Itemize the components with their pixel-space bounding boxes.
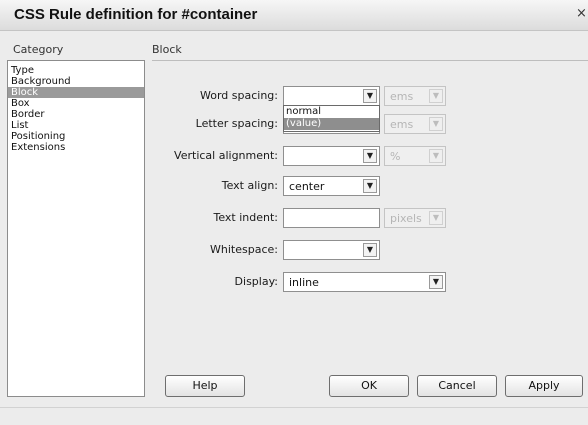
text-align-select[interactable]: center ▼ [283, 176, 380, 196]
letter-spacing-unit: ems [390, 118, 414, 131]
text-align-label: Text align: [221, 179, 278, 192]
bottom-divider [0, 407, 588, 408]
display-label: Display: [234, 275, 278, 288]
category-item-block[interactable]: Block [8, 87, 144, 98]
whitespace-label: Whitespace: [210, 243, 278, 256]
whitespace-select[interactable]: ▼ [283, 240, 380, 260]
css-rule-dialog: CSS Rule definition for #container × Cat… [0, 0, 588, 425]
cancel-button[interactable]: Cancel [417, 375, 497, 397]
text-align-value: center [289, 180, 325, 193]
section-divider [152, 60, 588, 61]
category-label: Category [13, 43, 64, 56]
vertical-alignment-unit-select: % ▼ [384, 146, 446, 166]
category-item-positioning[interactable]: Positioning [8, 131, 144, 142]
category-item-border[interactable]: Border [8, 109, 144, 120]
text-indent-input[interactable] [283, 208, 380, 228]
category-item-extensions[interactable]: Extensions [8, 142, 144, 153]
chevron-down-icon: ▼ [429, 149, 443, 163]
vertical-alignment-label: Vertical alignment: [174, 149, 278, 162]
close-icon[interactable]: × [576, 6, 588, 22]
word-spacing-unit-select: ems ▼ [384, 86, 446, 106]
chevron-down-icon: ▼ [429, 89, 443, 103]
vertical-alignment-unit: % [390, 150, 401, 163]
chevron-down-icon[interactable]: ▼ [363, 89, 377, 103]
chevron-down-icon[interactable]: ▼ [363, 243, 377, 257]
chevron-down-icon: ▼ [429, 211, 443, 225]
dropdown-option-normal[interactable]: normal [284, 106, 379, 118]
word-spacing-unit: ems [390, 90, 414, 103]
letter-spacing-unit-select: ems ▼ [384, 114, 446, 134]
section-title: Block [152, 43, 182, 56]
dialog-title: CSS Rule definition for #container [14, 6, 258, 23]
category-item-list[interactable]: List [8, 120, 144, 131]
word-spacing-label: Word spacing: [200, 89, 278, 102]
chevron-down-icon[interactable]: ▼ [429, 275, 443, 289]
category-list[interactable]: Type Background Block Box Border List Po… [7, 60, 145, 397]
help-button[interactable]: Help [165, 375, 245, 397]
chevron-down-icon[interactable]: ▼ [363, 179, 377, 193]
title-bar[interactable]: CSS Rule definition for #container × [0, 0, 588, 31]
vertical-alignment-select[interactable]: ▼ [283, 146, 380, 166]
chevron-down-icon[interactable]: ▼ [363, 149, 377, 163]
apply-button[interactable]: Apply [505, 375, 583, 397]
letter-spacing-label: Letter spacing: [195, 117, 278, 130]
category-item-box[interactable]: Box [8, 98, 144, 109]
word-spacing-select[interactable]: ▼ [283, 86, 380, 106]
text-indent-label: Text indent: [213, 211, 278, 224]
dropdown-option-value[interactable]: (value) [284, 118, 379, 130]
text-indent-unit-select: pixels ▼ [384, 208, 446, 228]
category-item-background[interactable]: Background [8, 76, 144, 87]
display-select[interactable]: inline ▼ [283, 272, 446, 292]
display-value: inline [289, 276, 319, 289]
text-indent-unit: pixels [390, 212, 422, 225]
category-item-type[interactable]: Type [8, 65, 144, 76]
chevron-down-icon: ▼ [429, 117, 443, 131]
ok-button[interactable]: OK [329, 375, 409, 397]
word-spacing-dropdown-list[interactable]: normal (value) [283, 105, 380, 132]
